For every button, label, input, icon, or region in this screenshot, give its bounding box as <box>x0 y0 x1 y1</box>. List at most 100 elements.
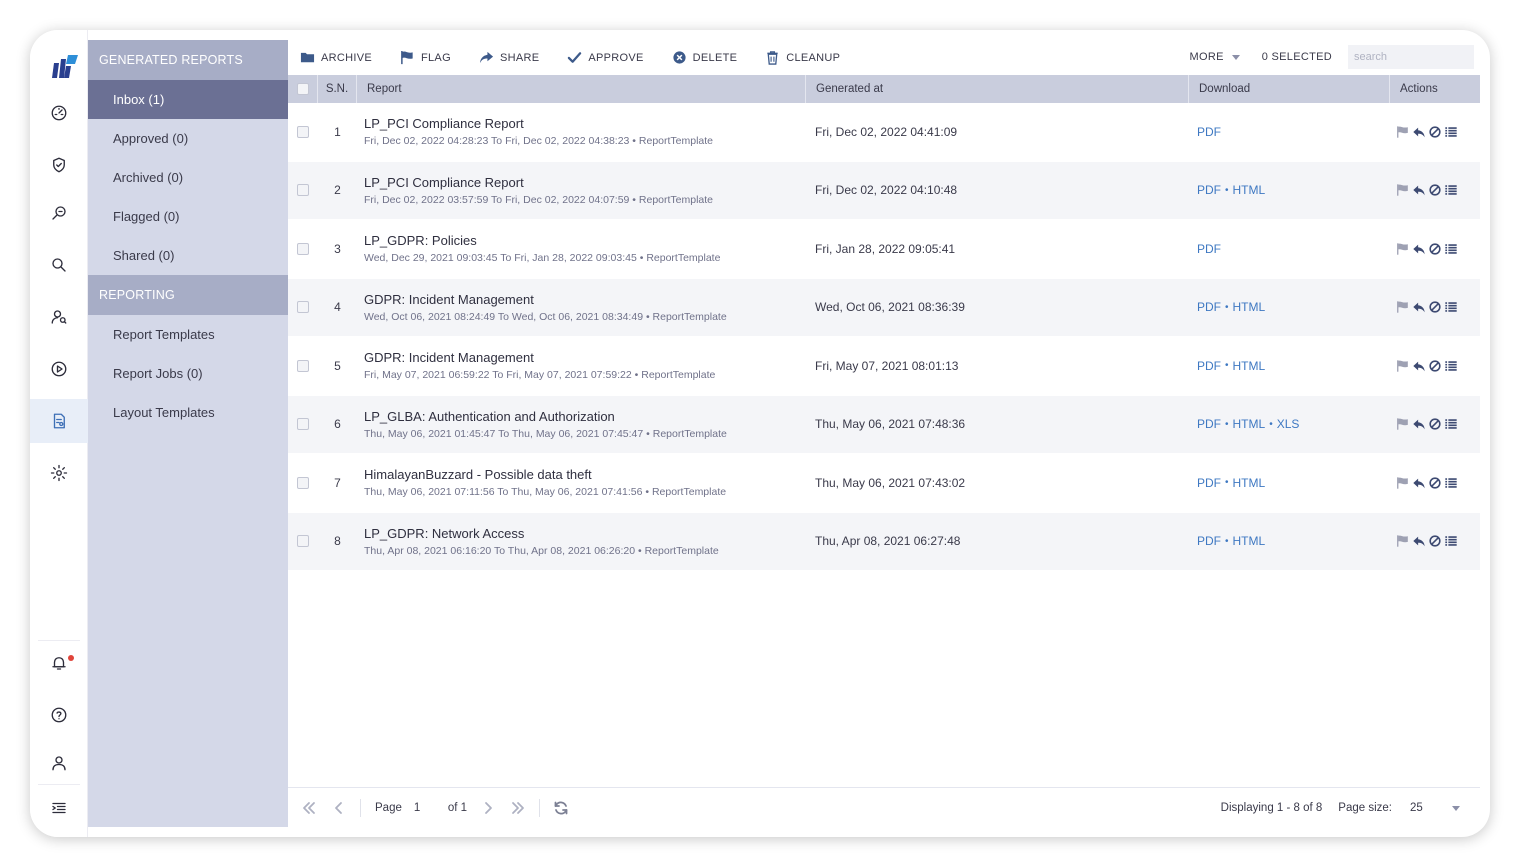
report-icon[interactable] <box>30 399 88 443</box>
search-input[interactable] <box>1348 45 1474 69</box>
reply-icon[interactable] <box>1412 476 1426 490</box>
download-link-html[interactable]: HTML <box>1233 183 1266 197</box>
report-title[interactable]: HimalayanBuzzard - Possible data theft <box>364 467 806 482</box>
download-link-html[interactable]: HTML <box>1233 417 1266 431</box>
report-title[interactable]: LP_GDPR: Policies <box>364 233 806 248</box>
download-link-html[interactable]: HTML <box>1233 300 1266 314</box>
reply-icon[interactable] <box>1412 417 1426 431</box>
download-link-html[interactable]: HTML <box>1233 534 1266 548</box>
user-icon[interactable] <box>30 741 88 785</box>
report-title[interactable]: LP_PCI Compliance Report <box>364 116 806 131</box>
block-icon[interactable] <box>1428 534 1442 548</box>
archive-button[interactable]: ARCHIVE <box>300 50 372 65</box>
block-icon[interactable] <box>1428 183 1442 197</box>
download-link-pdf[interactable]: PDF <box>1197 359 1221 373</box>
download-link-pdf[interactable]: PDF <box>1197 300 1221 314</box>
nav-item-flagged[interactable]: Flagged (0) <box>88 197 288 236</box>
column-header-download[interactable]: Download <box>1189 75 1390 103</box>
nav-item-report-templates[interactable]: Report Templates <box>88 315 288 354</box>
reply-icon[interactable] <box>1412 534 1426 548</box>
block-icon[interactable] <box>1428 242 1442 256</box>
share-button[interactable]: SHARE <box>479 50 539 65</box>
reply-icon[interactable] <box>1412 183 1426 197</box>
flag-icon[interactable] <box>1396 183 1410 197</box>
nav-item-approved[interactable]: Approved (0) <box>88 119 288 158</box>
block-icon[interactable] <box>1428 125 1442 139</box>
menu-collapse-icon[interactable] <box>30 786 88 830</box>
reply-icon[interactable] <box>1412 125 1426 139</box>
help-icon[interactable] <box>30 693 88 737</box>
download-link-pdf[interactable]: PDF <box>1197 183 1221 197</box>
table-row[interactable]: 4 GDPR: Incident Management Wed, Oct 06, 2… <box>288 278 1480 337</box>
block-icon[interactable] <box>1428 417 1442 431</box>
first-page-button[interactable] <box>294 793 324 823</box>
more-dropdown[interactable]: MORE <box>1190 51 1240 63</box>
list-icon[interactable] <box>1444 125 1458 139</box>
nav-item-layout-templates[interactable]: Layout Templates <box>88 393 288 432</box>
reply-icon[interactable] <box>1412 300 1426 314</box>
download-link-xls[interactable]: XLS <box>1277 417 1300 431</box>
row-checkbox[interactable] <box>297 242 309 255</box>
user-search-icon[interactable] <box>30 295 88 339</box>
row-checkbox[interactable] <box>297 418 309 431</box>
flag-icon[interactable] <box>1396 359 1410 373</box>
column-header-sn[interactable]: S.N. <box>318 75 357 103</box>
list-icon[interactable] <box>1444 417 1458 431</box>
delete-button[interactable]: DELETE <box>672 50 738 65</box>
download-link-pdf[interactable]: PDF <box>1197 534 1221 548</box>
nav-item-inbox[interactable]: Inbox (1) <box>88 80 288 119</box>
flag-icon[interactable] <box>1396 125 1410 139</box>
reply-icon[interactable] <box>1412 242 1426 256</box>
select-all-checkbox[interactable] <box>296 83 309 95</box>
row-checkbox[interactable] <box>297 535 309 548</box>
flag-button[interactable]: FLAG <box>400 50 451 65</box>
page-number-input[interactable] <box>413 797 440 818</box>
list-icon[interactable] <box>1444 476 1458 490</box>
flag-icon[interactable] <box>1396 300 1410 314</box>
nav-item-archived[interactable]: Archived (0) <box>88 158 288 197</box>
report-title[interactable]: GDPR: Incident Management <box>364 292 806 307</box>
table-row[interactable]: 7 HimalayanBuzzard - Possible data theft T… <box>288 454 1480 513</box>
table-row[interactable]: 5 GDPR: Incident Management Fri, May 07, 2… <box>288 337 1480 396</box>
bell-icon[interactable] <box>30 641 88 685</box>
block-icon[interactable] <box>1428 476 1442 490</box>
table-row[interactable]: 8 LP_GDPR: Network Access Thu, Apr 08, 202… <box>288 512 1480 571</box>
row-checkbox[interactable] <box>297 359 309 372</box>
row-checkbox[interactable] <box>297 301 309 314</box>
refresh-button[interactable] <box>546 793 576 823</box>
table-row[interactable]: 6 LP_GLBA: Authentication and Authorizati… <box>288 395 1480 454</box>
download-link-pdf[interactable]: PDF <box>1197 242 1221 256</box>
download-link-pdf[interactable]: PDF <box>1197 417 1221 431</box>
report-title[interactable]: LP_PCI Compliance Report <box>364 175 806 190</box>
search-icon[interactable] <box>30 243 88 287</box>
report-title[interactable]: LP_GLBA: Authentication and Authorizatio… <box>364 409 806 424</box>
flag-icon[interactable] <box>1396 417 1410 431</box>
flag-icon[interactable] <box>1396 534 1410 548</box>
list-icon[interactable] <box>1444 183 1458 197</box>
report-title[interactable]: LP_GDPR: Network Access <box>364 526 806 541</box>
download-link-html[interactable]: HTML <box>1233 359 1266 373</box>
row-checkbox[interactable] <box>297 125 309 138</box>
investigate-icon[interactable] <box>30 191 88 235</box>
download-link-pdf[interactable]: PDF <box>1197 476 1221 490</box>
gear-icon[interactable] <box>30 451 88 495</box>
download-link-html[interactable]: HTML <box>1233 476 1266 490</box>
download-link-pdf[interactable]: PDF <box>1197 125 1221 139</box>
row-checkbox[interactable] <box>297 476 309 489</box>
table-row[interactable]: 1 LP_PCI Compliance Report Fri, Dec 02, 20… <box>288 103 1480 162</box>
nav-item-shared[interactable]: Shared (0) <box>88 236 288 275</box>
flag-icon[interactable] <box>1396 476 1410 490</box>
nav-item-report-jobs[interactable]: Report Jobs (0) <box>88 354 288 393</box>
dashboard-icon[interactable] <box>30 91 88 135</box>
shield-icon[interactable] <box>30 143 88 187</box>
reply-icon[interactable] <box>1412 359 1426 373</box>
list-icon[interactable] <box>1444 300 1458 314</box>
row-checkbox[interactable] <box>297 184 309 197</box>
play-circle-icon[interactable] <box>30 347 88 391</box>
column-header-report[interactable]: Report <box>357 75 806 103</box>
flag-icon[interactable] <box>1396 242 1410 256</box>
prev-page-button[interactable] <box>324 793 354 823</box>
table-row[interactable]: 2 LP_PCI Compliance Report Fri, Dec 02, 20… <box>288 161 1480 220</box>
list-icon[interactable] <box>1444 534 1458 548</box>
column-header-generated-at[interactable]: Generated at <box>806 75 1189 103</box>
